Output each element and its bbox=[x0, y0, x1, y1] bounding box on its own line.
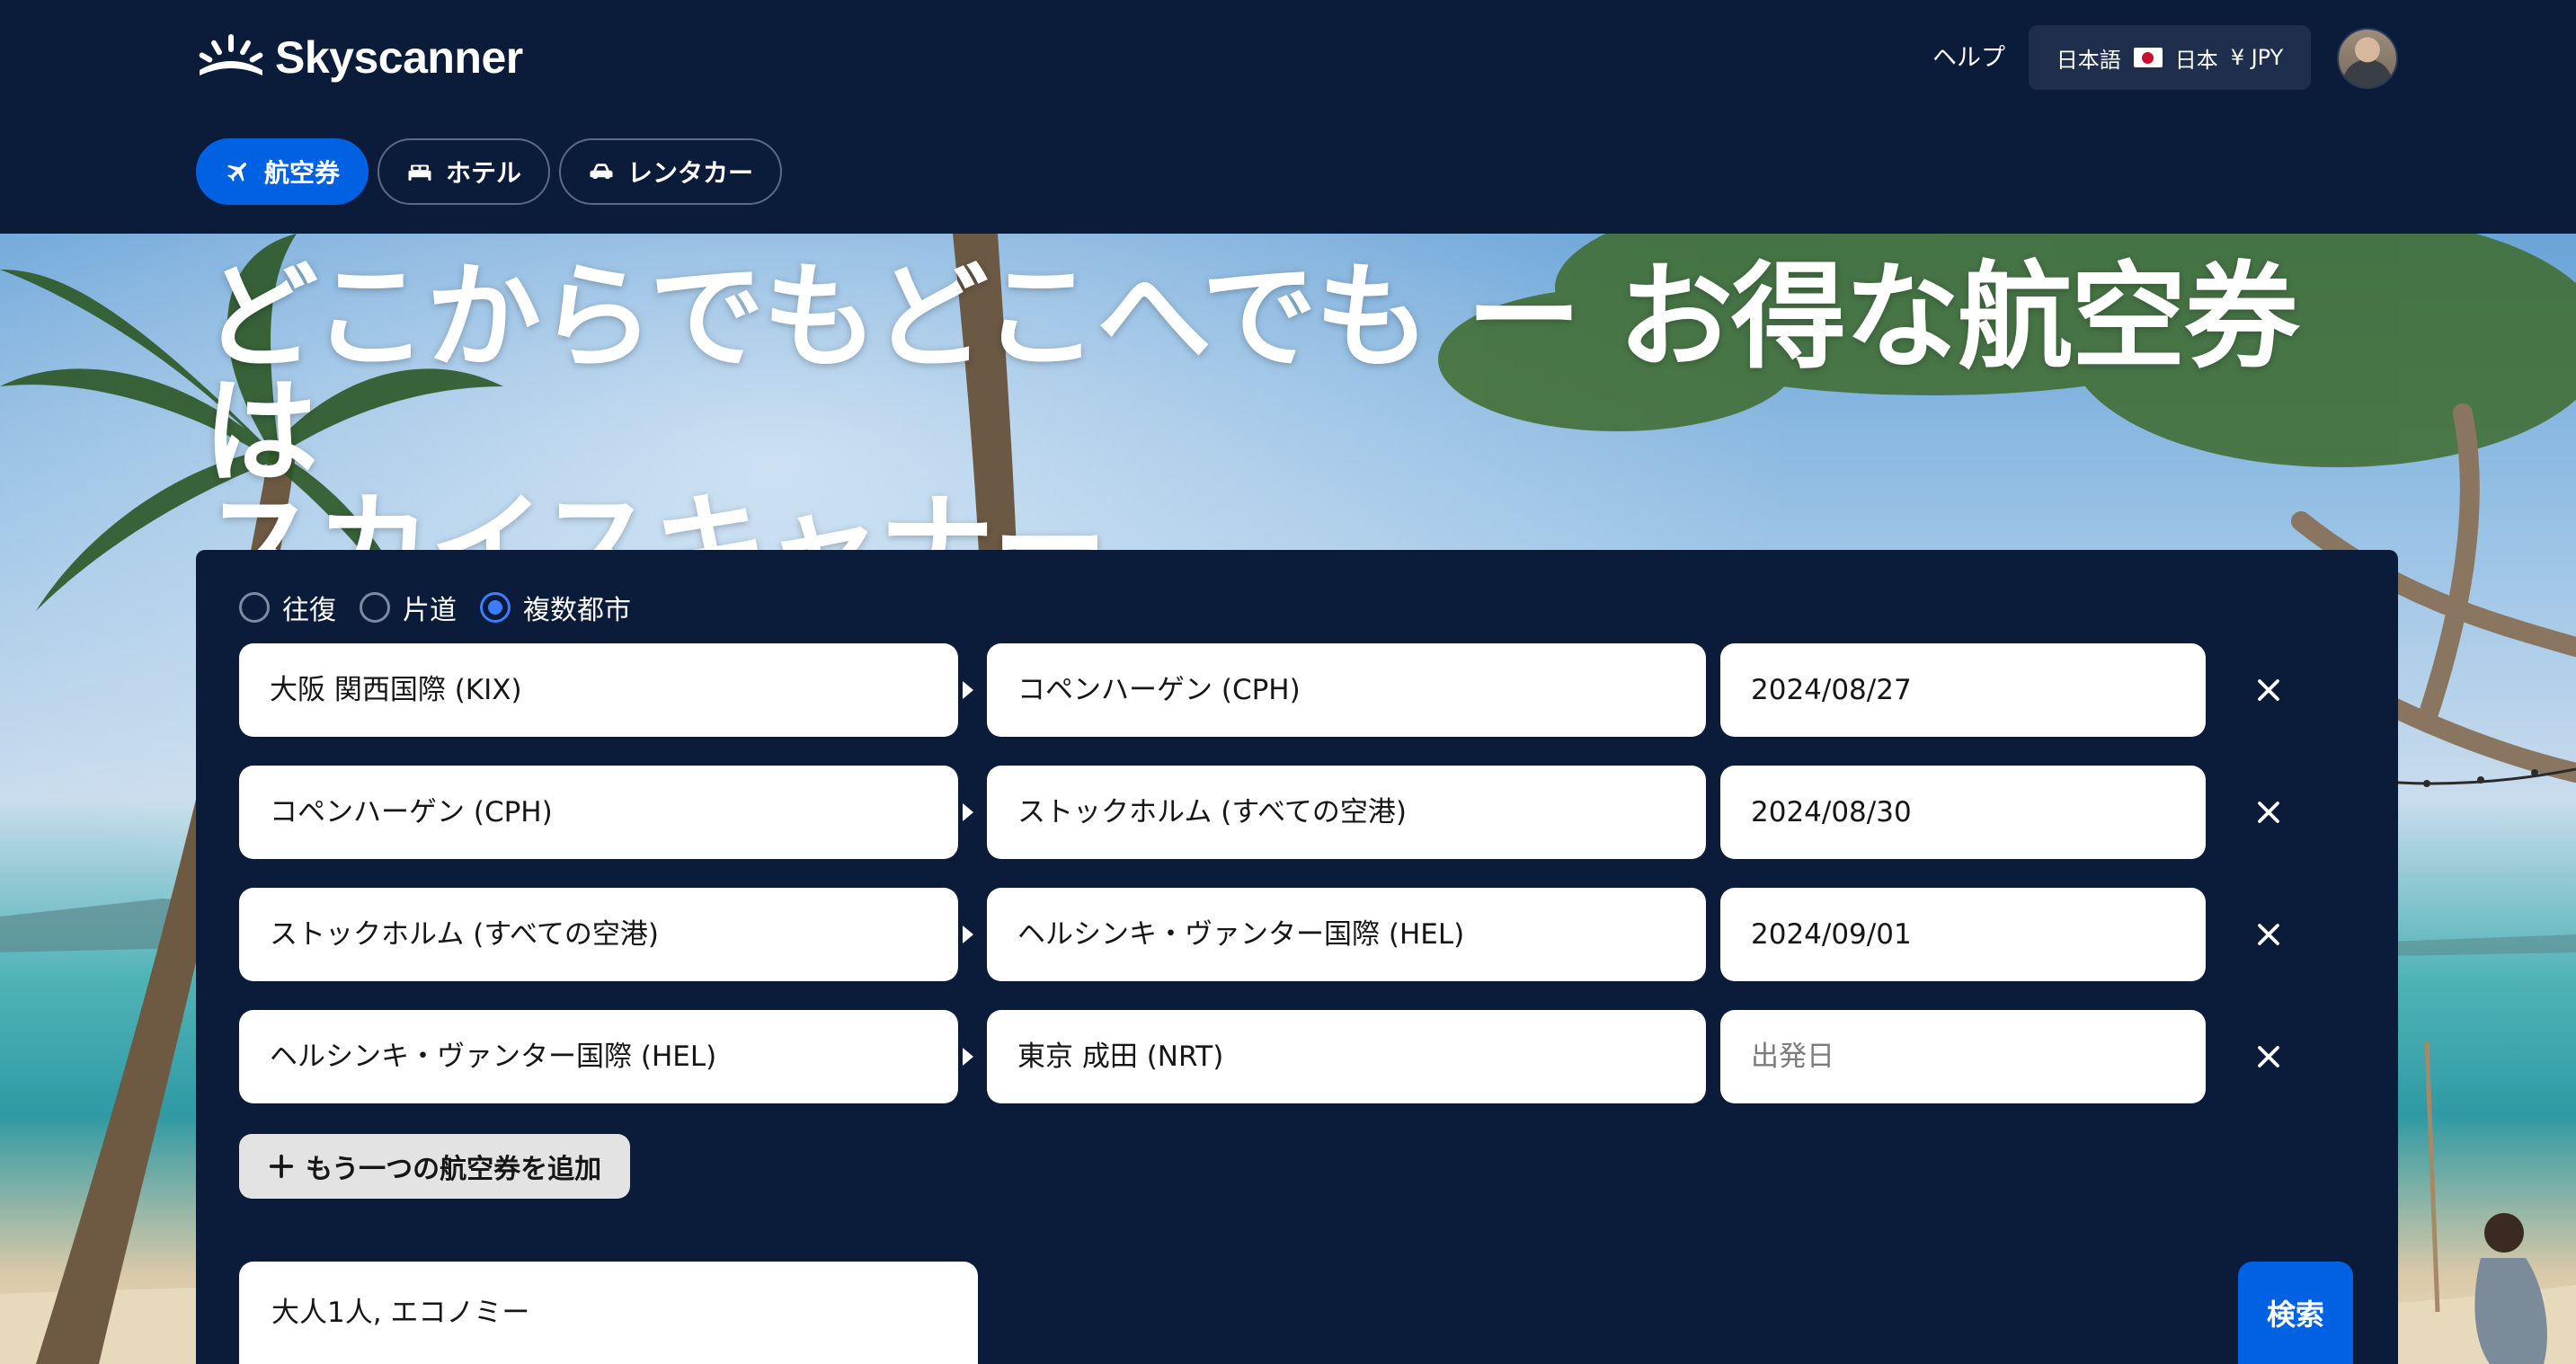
remove-leg-button[interactable] bbox=[2245, 667, 2292, 713]
add-flight-label: もう一つの航空券を追加 bbox=[306, 1154, 602, 1185]
country-label: 日本 bbox=[2174, 47, 2218, 73]
flight-leg-4: ヘルシンキ・ヴァンター国際 (HEL) 東京 成田 (NRT) 出発日 bbox=[239, 1010, 2396, 1103]
departure-date-field[interactable]: 出発日 bbox=[1720, 1010, 2206, 1103]
top-header: Skyscanner ヘルプ 日本語 日本 ¥ JPY 航空券 ホテル レンタカ… bbox=[0, 0, 2576, 234]
radio-unchecked-icon bbox=[239, 592, 270, 623]
radio-one-way[interactable]: 片道 bbox=[360, 588, 457, 627]
radio-round-trip[interactable]: 往復 bbox=[239, 588, 336, 627]
radio-one-way-label: 片道 bbox=[403, 595, 457, 626]
destination-field[interactable]: 東京 成田 (NRT) bbox=[987, 1010, 1706, 1103]
flight-leg-1: 大阪 関西国際 (KIX) コペンハーゲン (CPH) 2024/08/27 bbox=[239, 643, 2396, 737]
radio-checked-icon bbox=[480, 592, 511, 623]
route-arrow-icon bbox=[963, 1048, 973, 1066]
origin-field[interactable]: 大阪 関西国際 (KIX) bbox=[239, 643, 958, 737]
user-avatar[interactable] bbox=[2337, 28, 2398, 89]
airplane-icon bbox=[227, 163, 247, 182]
departure-date-field[interactable]: 2024/08/30 bbox=[1720, 766, 2206, 859]
flight-leg-3: ストックホルム (すべての空港) ヘルシンキ・ヴァンター国際 (HEL) 202… bbox=[239, 888, 2396, 981]
tab-car-hire[interactable]: レンタカー bbox=[559, 138, 783, 205]
help-link[interactable]: ヘルプ bbox=[1932, 36, 2005, 81]
tab-flights-label: 航空券 bbox=[264, 158, 341, 188]
radio-multi-city-label: 複数都市 bbox=[523, 595, 631, 626]
tab-flights[interactable]: 航空券 bbox=[196, 138, 369, 205]
route-arrow-icon bbox=[963, 803, 973, 821]
close-icon bbox=[2258, 802, 2279, 823]
origin-field[interactable]: コペンハーゲン (CPH) bbox=[239, 766, 958, 859]
travellers-cabin-class-selector[interactable]: 大人1人, エコノミー bbox=[239, 1262, 978, 1364]
route-arrow-icon bbox=[963, 926, 973, 943]
trip-type-radio-group: 往復 片道 複数都市 bbox=[239, 588, 631, 627]
departure-date-field[interactable]: 2024/09/01 bbox=[1720, 888, 2206, 981]
language-label: 日本語 bbox=[2056, 47, 2121, 73]
departure-date-field[interactable]: 2024/08/27 bbox=[1720, 643, 2206, 737]
close-icon bbox=[2258, 924, 2279, 945]
tab-car-hire-label: レンタカー bbox=[627, 158, 754, 188]
brand-name: Skyscanner bbox=[275, 32, 523, 83]
route-arrow-icon bbox=[963, 681, 973, 699]
skyscanner-logo[interactable]: Skyscanner bbox=[196, 27, 523, 88]
tab-hotels[interactable]: ホテル bbox=[378, 138, 551, 205]
close-icon bbox=[2258, 679, 2279, 701]
tab-hotels-label: ホテル bbox=[446, 158, 522, 188]
remove-leg-button[interactable] bbox=[2245, 911, 2292, 958]
sunburst-logo-icon bbox=[199, 34, 263, 75]
radio-multi-city[interactable]: 複数都市 bbox=[480, 588, 631, 627]
japan-flag-icon bbox=[2133, 48, 2163, 67]
origin-field[interactable]: ストックホルム (すべての空港) bbox=[239, 888, 958, 981]
flight-search-panel: 往復 片道 複数都市 大阪 関西国際 (KIX) コペンハーゲン (CPH) 2… bbox=[196, 550, 2398, 1364]
radio-unchecked-icon bbox=[360, 592, 390, 623]
origin-field[interactable]: ヘルシンキ・ヴァンター国際 (HEL) bbox=[239, 1010, 958, 1103]
hero-headline-line1: どこからでもどこへでも ー お得な航空券は bbox=[203, 251, 2299, 500]
close-icon bbox=[2258, 1046, 2279, 1067]
remove-leg-button[interactable] bbox=[2245, 789, 2292, 836]
locale-currency-button[interactable]: 日本語 日本 ¥ JPY bbox=[2029, 25, 2311, 90]
destination-field[interactable]: コペンハーゲン (CPH) bbox=[987, 643, 1706, 737]
currency-label: ¥ JPY bbox=[2230, 45, 2284, 70]
flight-leg-2: コペンハーゲン (CPH) ストックホルム (すべての空港) 2024/08/3… bbox=[239, 766, 2396, 859]
bed-icon bbox=[408, 164, 431, 181]
remove-leg-button[interactable] bbox=[2245, 1033, 2292, 1080]
car-icon bbox=[590, 164, 613, 180]
product-tabs: 航空券 ホテル レンタカー bbox=[196, 138, 783, 205]
destination-field[interactable]: ヘルシンキ・ヴァンター国際 (HEL) bbox=[987, 888, 1706, 981]
add-flight-button[interactable]: もう一つの航空券を追加 bbox=[239, 1134, 631, 1199]
radio-round-trip-label: 往復 bbox=[282, 595, 336, 626]
search-button[interactable]: 検索 bbox=[2238, 1262, 2353, 1364]
plus-icon bbox=[269, 1154, 294, 1179]
destination-field[interactable]: ストックホルム (すべての空港) bbox=[987, 766, 1706, 859]
